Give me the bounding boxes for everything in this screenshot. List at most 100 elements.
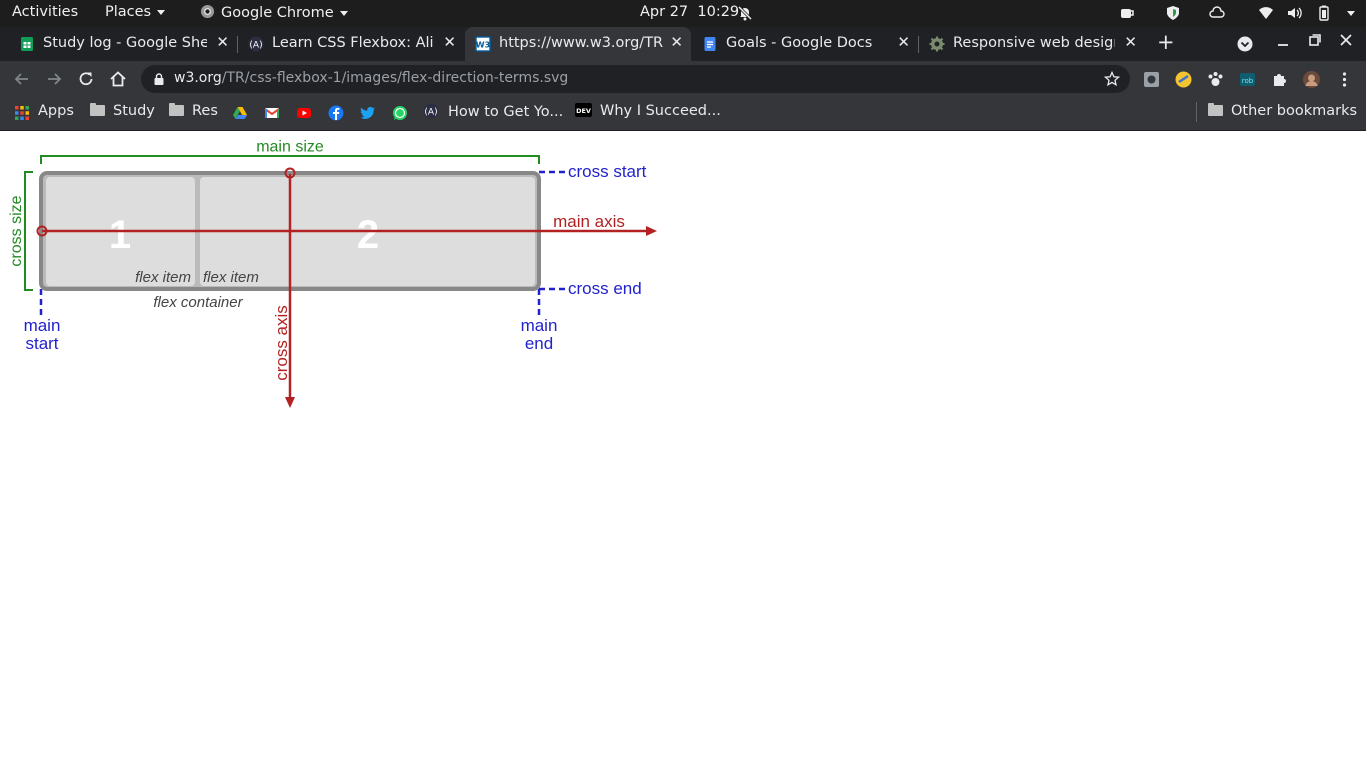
cross-size-label: cross size bbox=[8, 195, 25, 266]
tab-responsive-web-design[interactable]: Responsive web design ✕ bbox=[919, 27, 1145, 61]
activities-button[interactable]: Activities bbox=[12, 4, 78, 20]
tab-search-icon[interactable] bbox=[1237, 36, 1253, 52]
url-host: w3.org bbox=[174, 70, 222, 86]
folder-icon bbox=[90, 103, 105, 116]
scrimba-icon: (A) bbox=[248, 36, 264, 52]
app-menu[interactable]: Google Chrome bbox=[200, 4, 348, 21]
close-icon[interactable]: ✕ bbox=[443, 33, 456, 51]
main-size-label: main size bbox=[256, 139, 324, 156]
bookmarks-divider bbox=[1196, 102, 1197, 122]
extension-emoji-icon[interactable] bbox=[1175, 71, 1192, 88]
whatsapp-icon[interactable] bbox=[392, 105, 408, 121]
extension-paw-icon[interactable] bbox=[1207, 71, 1224, 88]
clock[interactable]: Apr 27 10:29 bbox=[640, 4, 739, 20]
bookmark-folder-res[interactable]: Res bbox=[169, 103, 218, 119]
cloud-icon[interactable] bbox=[1209, 5, 1225, 21]
bookmark-other-bookmarks[interactable]: Other bookmarks bbox=[1208, 103, 1357, 119]
google-drive-icon[interactable] bbox=[232, 105, 248, 121]
home-icon[interactable] bbox=[108, 69, 128, 89]
tab-w3org-active[interactable]: W3 https://www.w3.org/TR ✕ bbox=[465, 27, 691, 61]
folder-icon bbox=[169, 103, 184, 116]
extensions-puzzle-icon[interactable] bbox=[1271, 71, 1288, 88]
dev-icon: DEV bbox=[575, 103, 592, 117]
main-end-label-line2: end bbox=[525, 334, 553, 353]
chevron-down-icon bbox=[339, 10, 348, 16]
scrimba-icon: (A) bbox=[423, 103, 439, 119]
sheets-icon bbox=[21, 37, 33, 51]
menu-kebab-icon[interactable] bbox=[1336, 71, 1353, 88]
tab-title: Responsive web design bbox=[953, 35, 1115, 51]
caffeine-icon[interactable] bbox=[1119, 5, 1135, 21]
close-icon[interactable]: ✕ bbox=[1124, 33, 1137, 51]
tab-strip: Study log - Google Sheet ✕ (A) Learn CSS… bbox=[0, 27, 1366, 61]
main-axis-arrowhead bbox=[646, 226, 657, 236]
flex-item-2-number: 2 bbox=[357, 213, 379, 257]
tab-title: https://www.w3.org/TR bbox=[499, 35, 663, 51]
chevron-down-icon bbox=[157, 9, 166, 15]
back-arrow-icon[interactable] bbox=[12, 69, 32, 89]
tab-learn-css-flexbox[interactable]: (A) Learn CSS Flexbox: Align ✕ bbox=[238, 27, 464, 61]
bookmark-how-to-get[interactable]: (A) How to Get Yo... bbox=[423, 103, 563, 120]
cross-axis-arrowhead bbox=[285, 397, 295, 408]
system-menu-chevron-icon[interactable] bbox=[1347, 11, 1355, 16]
new-tab-plus-icon[interactable]: + bbox=[1157, 30, 1175, 54]
system-top-bar: Activities Places Google Chrome Apr 27 1… bbox=[0, 0, 1366, 27]
bookmark-label: Other bookmarks bbox=[1231, 103, 1358, 119]
flex-item-1-number: 1 bbox=[109, 213, 131, 257]
close-window-icon[interactable] bbox=[1339, 33, 1353, 47]
volume-icon[interactable] bbox=[1286, 5, 1302, 21]
bookmark-label: Res bbox=[192, 103, 218, 119]
gear-favicon-icon bbox=[929, 36, 945, 52]
main-size-bracket bbox=[40, 155, 540, 164]
flex-direction-diagram: main size cross size 1 2 flex item flex … bbox=[8, 139, 657, 408]
notifications-muted-icon bbox=[737, 5, 753, 21]
svg-text:(A): (A) bbox=[249, 41, 262, 51]
reload-icon[interactable] bbox=[76, 69, 96, 89]
close-icon[interactable]: ✕ bbox=[897, 33, 910, 51]
main-end-label-line1: main bbox=[521, 316, 558, 335]
tab-goals[interactable]: Goals - Google Docs ✕ bbox=[692, 27, 919, 61]
tab-study-log[interactable]: Study log - Google Sheet ✕ bbox=[9, 27, 238, 61]
profile-avatar[interactable] bbox=[1303, 71, 1320, 88]
main-start-label-line2: start bbox=[25, 334, 58, 353]
flex-item-1-caption: flex item bbox=[135, 269, 191, 286]
bookmark-apps[interactable]: Apps bbox=[38, 103, 74, 119]
docs-icon bbox=[704, 37, 716, 51]
bookmark-label: Study bbox=[113, 103, 155, 119]
flex-item-2-caption: flex item bbox=[203, 269, 259, 286]
main-axis-label: main axis bbox=[553, 212, 625, 231]
bookmark-label: Why I Succeed... bbox=[600, 103, 721, 119]
gmail-icon[interactable] bbox=[264, 105, 280, 121]
bookmark-star-icon[interactable] bbox=[1104, 71, 1120, 87]
twitter-icon[interactable] bbox=[360, 105, 376, 121]
youtube-icon[interactable] bbox=[296, 105, 312, 121]
bookmark-why-i-succeed[interactable]: DEV Why I Succeed... bbox=[575, 103, 721, 119]
battery-icon[interactable] bbox=[1316, 5, 1332, 21]
tab-title: Study log - Google Sheet bbox=[43, 35, 207, 51]
cross-start-label: cross start bbox=[568, 162, 647, 181]
cross-axis-label: cross axis bbox=[272, 305, 291, 381]
address-bar[interactable]: w3.org/TR/css-flexbox-1/images/flex-dire… bbox=[141, 65, 1130, 93]
extension-dark-reader-icon[interactable]: rob bbox=[1239, 71, 1256, 88]
places-menu[interactable]: Places bbox=[105, 4, 166, 20]
facebook-icon[interactable] bbox=[328, 105, 344, 121]
close-icon[interactable]: ✕ bbox=[216, 33, 229, 51]
cross-end-label: cross end bbox=[568, 279, 642, 298]
cross-size-bracket bbox=[24, 171, 33, 291]
minimize-icon[interactable] bbox=[1276, 33, 1290, 47]
shield-icon[interactable] bbox=[1165, 5, 1181, 21]
lock-icon[interactable] bbox=[154, 73, 164, 85]
extension-screenshot-icon[interactable] bbox=[1143, 71, 1160, 88]
chrome-icon bbox=[200, 4, 215, 19]
bookmark-label: How to Get Yo... bbox=[448, 104, 564, 120]
apps-grid-icon[interactable] bbox=[14, 105, 30, 121]
restore-icon[interactable] bbox=[1308, 33, 1322, 47]
close-icon[interactable]: ✕ bbox=[670, 33, 683, 51]
url-path: /TR/css-flexbox-1/images/flex-direction-… bbox=[221, 70, 569, 86]
time-text: 10:29 bbox=[697, 4, 740, 20]
svg-text:rob: rob bbox=[1242, 77, 1254, 85]
wifi-icon[interactable] bbox=[1258, 5, 1274, 21]
bookmark-folder-study[interactable]: Study bbox=[90, 103, 155, 119]
url-text: w3.org/TR/css-flexbox-1/images/flex-dire… bbox=[174, 70, 568, 86]
forward-arrow-icon[interactable] bbox=[44, 69, 64, 89]
